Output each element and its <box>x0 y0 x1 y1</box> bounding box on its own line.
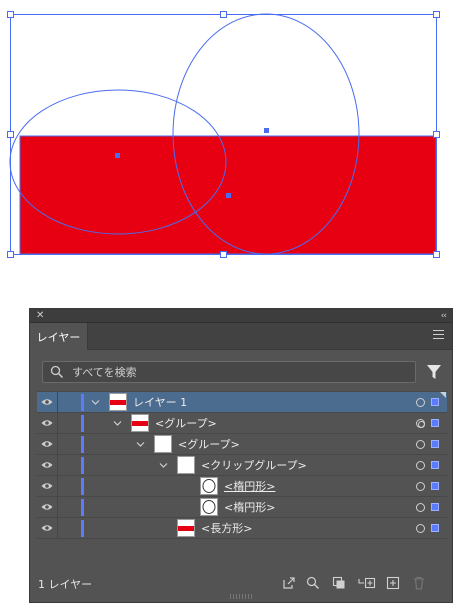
target-icon[interactable] <box>416 440 425 449</box>
target-icon[interactable] <box>416 398 425 407</box>
panel-footer: 1 レイヤー <box>30 571 452 595</box>
row-divider <box>57 455 58 476</box>
rectangle-center <box>226 193 231 198</box>
layer-color-bar <box>81 394 84 411</box>
selection-indicator[interactable] <box>431 524 439 532</box>
layer-name: <グループ> <box>178 438 240 451</box>
left-ellipse-center <box>115 153 120 158</box>
target-icon[interactable] <box>416 503 425 512</box>
layer-thumbnail <box>154 435 172 453</box>
layer-thumbnail <box>177 456 195 474</box>
selection-indicator[interactable] <box>431 482 439 490</box>
selection-indicator[interactable] <box>431 419 439 427</box>
collapse-icon[interactable]: ‹‹ <box>441 309 447 323</box>
layer-color-bar <box>81 499 84 516</box>
sublayer-row[interactable]: <グループ> <box>37 413 447 434</box>
row-divider <box>57 476 58 497</box>
sublayer-row[interactable]: <長方形> <box>37 518 447 539</box>
layer-thumbnail <box>109 393 127 411</box>
layer-color-bar <box>81 457 84 474</box>
handle-bottom-right <box>433 251 440 258</box>
layer-color-bar <box>81 436 84 453</box>
handle-middle-left <box>7 131 14 138</box>
eye-icon[interactable] <box>41 440 53 448</box>
resize-grip[interactable] <box>230 594 254 599</box>
layer-thumbnail <box>200 498 218 516</box>
handle-top-left <box>7 11 14 18</box>
clipping-mask-icon[interactable] <box>332 576 346 590</box>
trash-icon[interactable] <box>412 576 426 590</box>
panel-title-bar[interactable]: ✕ ‹‹ <box>30 309 452 323</box>
chevron-down-icon[interactable] <box>113 419 122 428</box>
locate-object-icon[interactable] <box>306 576 320 590</box>
row-divider <box>57 497 58 518</box>
handle-top-center <box>220 11 227 18</box>
handle-top-right <box>433 11 440 18</box>
close-icon[interactable]: ✕ <box>36 309 44 323</box>
handle-middle-right <box>433 131 440 138</box>
layer-name: <クリップグループ> <box>201 459 307 472</box>
layer-name: <楕円形> <box>224 501 276 514</box>
chevron-down-icon[interactable] <box>136 440 145 449</box>
new-sublayer-icon[interactable] <box>358 576 376 590</box>
panel-tab-bar: レイヤー <box>30 323 452 350</box>
selection-indicator[interactable] <box>431 461 439 469</box>
layer-name: <長方形> <box>201 522 253 535</box>
row-divider <box>57 413 58 434</box>
layer-count: 1 レイヤー <box>38 578 93 591</box>
sublayer-row[interactable]: <楕円形> <box>37 476 447 497</box>
eye-icon[interactable] <box>41 524 53 532</box>
row-divider <box>57 518 58 539</box>
eye-icon[interactable] <box>41 419 53 427</box>
chevron-down-icon[interactable] <box>159 461 168 470</box>
search-input[interactable] <box>72 365 372 379</box>
selection-indicator[interactable] <box>431 503 439 511</box>
eye-icon[interactable] <box>41 503 53 511</box>
new-layer-icon[interactable] <box>386 576 400 590</box>
layer-name: <楕円形> <box>224 480 276 493</box>
target-icon[interactable] <box>416 524 425 533</box>
layer-thumbnail <box>200 477 218 495</box>
artboard-canvas[interactable] <box>0 0 472 300</box>
layer-thumbnail <box>131 414 149 432</box>
right-ellipse-center <box>264 128 269 133</box>
row-divider <box>57 434 58 455</box>
layer-thumbnail <box>177 519 195 537</box>
row-divider <box>57 392 58 413</box>
eye-icon[interactable] <box>41 461 53 469</box>
target-icon[interactable] <box>416 461 425 470</box>
layer-row[interactable]: レイヤー 1 <box>37 392 447 413</box>
search-icon <box>50 365 64 379</box>
panel-menu-icon[interactable] <box>433 330 444 339</box>
chevron-down-icon[interactable] <box>91 398 100 407</box>
handle-bottom-left <box>7 251 14 258</box>
tab-layers[interactable]: レイヤー <box>30 323 88 350</box>
layers-list: レイヤー 1 <グループ> <グループ> <クリップグループ> <楕円形> <楕円形> <長… <box>37 391 447 569</box>
sublayer-row[interactable]: <楕円形> <box>37 497 447 518</box>
target-icon[interactable] <box>416 482 425 491</box>
selection-indicator[interactable] <box>431 398 439 406</box>
layer-color-bar <box>81 415 84 432</box>
eye-icon[interactable] <box>41 482 53 490</box>
layers-panel: ✕ ‹‹ レイヤー レイヤー 1 <グループ> <グループ> <クリップグループ> <楕… <box>29 308 453 603</box>
filter-icon[interactable] <box>426 363 442 381</box>
layer-name: <グループ> <box>155 417 217 430</box>
layer-color-bar <box>81 478 84 495</box>
current-layer-marker <box>440 392 446 398</box>
layer-name: レイヤー 1 <box>133 396 188 409</box>
layer-color-bar <box>81 520 84 537</box>
search-field[interactable] <box>42 361 416 383</box>
export-icon[interactable] <box>282 576 296 590</box>
sublayer-row[interactable]: <グループ> <box>37 434 447 455</box>
eye-icon[interactable] <box>41 398 53 406</box>
sublayer-row[interactable]: <クリップグループ> <box>37 455 447 476</box>
handle-bottom-center <box>220 251 227 258</box>
selection-indicator[interactable] <box>431 440 439 448</box>
target-icon[interactable] <box>416 419 425 428</box>
